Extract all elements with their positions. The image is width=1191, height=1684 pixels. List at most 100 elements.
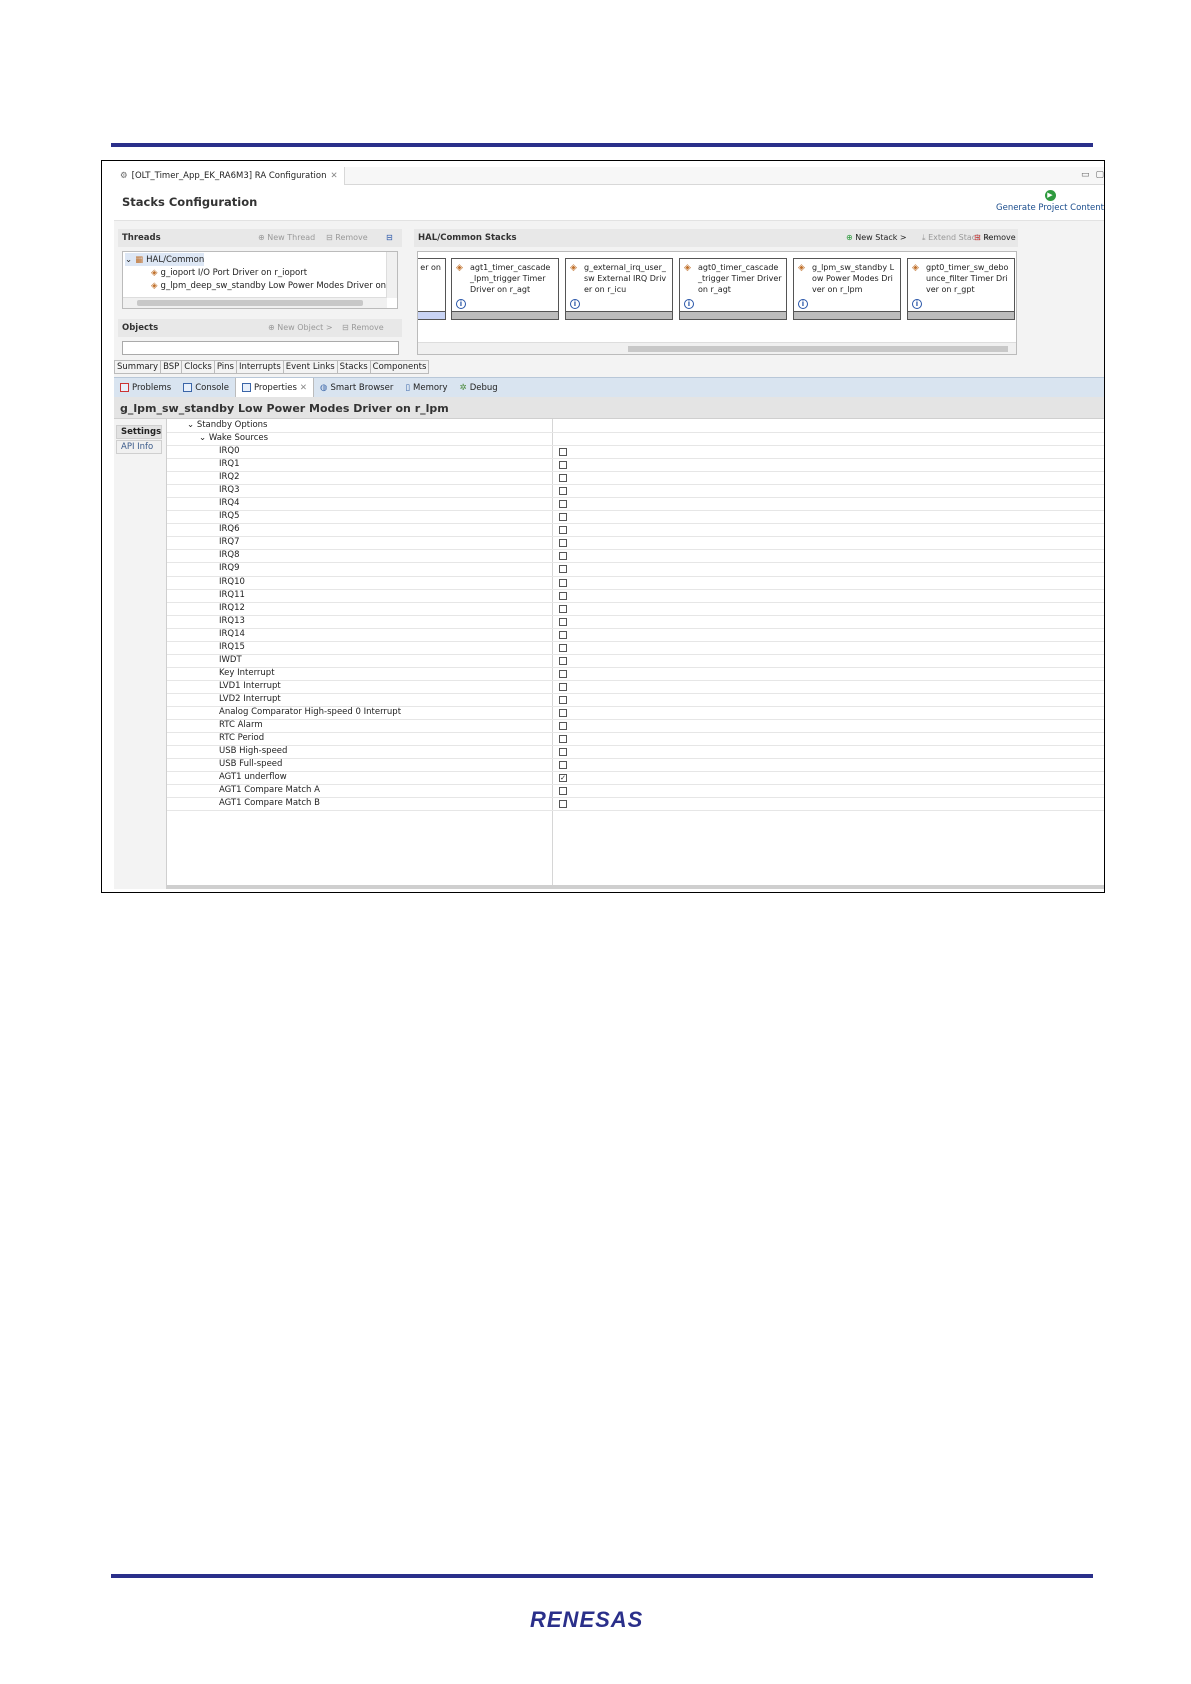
checkbox[interactable] xyxy=(559,735,567,744)
property-row[interactable]: IRQ5 xyxy=(167,510,1104,525)
property-row[interactable]: USB Full-speed xyxy=(167,758,1104,773)
stack-card-agt1[interactable]: ◈ agt1_timer_cascade_lpm_trigger Timer D… xyxy=(451,258,559,320)
checkbox[interactable] xyxy=(559,722,567,731)
info-icon[interactable]: i xyxy=(912,299,922,309)
tree-vertical-scrollbar[interactable] xyxy=(386,252,397,298)
checkbox-checked[interactable]: ✓ xyxy=(559,774,567,783)
stack-card-external-irq[interactable]: ◈ g_external_irq_user_sw External IRQ Dr… xyxy=(565,258,673,320)
group-standby-options[interactable]: ⌄ Standby Options xyxy=(167,419,1104,434)
new-thread-button[interactable]: ⊕ New Thread xyxy=(258,233,315,242)
tree-item-ioport[interactable]: ◈ g_ioport I/O Port Driver on r_ioport xyxy=(151,266,307,279)
stack-card-gpt0[interactable]: ◈ gpt0_timer_sw_debounce_filter Timer Dr… xyxy=(907,258,1015,320)
checkbox[interactable] xyxy=(559,591,567,600)
scroll-thumb[interactable] xyxy=(137,300,363,306)
grid-horizontal-scrollbar[interactable] xyxy=(167,885,1104,889)
info-icon[interactable]: i xyxy=(570,299,580,309)
property-row[interactable]: IRQ2 xyxy=(167,471,1104,486)
chevron-down-icon[interactable]: ⌄ xyxy=(125,255,132,265)
property-row[interactable]: IRQ6 xyxy=(167,523,1104,538)
checkbox[interactable] xyxy=(559,604,567,613)
maximize-icon[interactable]: ▢ xyxy=(1095,170,1104,180)
property-row[interactable]: RTC Period xyxy=(167,732,1104,747)
checkbox[interactable] xyxy=(559,565,567,574)
stack-card-agt0[interactable]: ◈ agt0_timer_cascade_trigger Timer Drive… xyxy=(679,258,787,320)
tab-event-links[interactable]: Event Links xyxy=(283,360,338,374)
info-icon[interactable]: i xyxy=(456,299,466,309)
tab-summary[interactable]: Summary xyxy=(114,360,162,374)
tab-bsp[interactable]: BSP xyxy=(161,360,183,374)
property-row[interactable]: AGT1 Compare Match A xyxy=(167,784,1104,799)
tab-settings[interactable]: Settings xyxy=(116,425,162,439)
property-row[interactable]: Analog Comparator High-speed 0 Interrupt xyxy=(167,706,1104,721)
checkbox[interactable] xyxy=(559,461,567,470)
checkbox[interactable] xyxy=(559,513,567,522)
stack-card-lpm-sw-standby[interactable]: ◈ g_lpm_sw_standby Low Power Modes Drive… xyxy=(793,258,901,320)
checkbox[interactable] xyxy=(559,787,567,796)
property-row[interactable]: AGT1 underflow ✓ xyxy=(167,771,1104,786)
property-row[interactable]: IRQ4 xyxy=(167,497,1104,512)
checkbox[interactable] xyxy=(559,617,567,626)
scroll-thumb[interactable] xyxy=(628,346,1008,352)
tab-debug[interactable]: ✲ Debug xyxy=(454,378,504,398)
tab-properties[interactable]: Properties ✕ xyxy=(234,377,315,398)
generate-project-content-button[interactable]: ▶ Generate Project Content xyxy=(996,190,1104,213)
property-row[interactable]: Key Interrupt xyxy=(167,667,1104,681)
remove-object-button[interactable]: ⊟ Remove xyxy=(342,323,384,332)
property-row[interactable]: IRQ13 xyxy=(167,615,1104,629)
property-row[interactable]: IRQ12 xyxy=(167,602,1104,616)
checkbox[interactable] xyxy=(559,709,567,717)
collapse-all-icon[interactable]: ⊟ xyxy=(386,233,393,242)
info-icon[interactable]: i xyxy=(684,299,694,309)
close-icon[interactable]: ✕ xyxy=(300,383,307,393)
property-row[interactable]: IRQ9 xyxy=(167,562,1104,577)
group-wake-sources[interactable]: ⌄ Wake Sources xyxy=(167,432,1104,447)
checkbox[interactable] xyxy=(559,474,567,483)
property-row[interactable]: IRQ1 xyxy=(167,458,1104,473)
checkbox[interactable] xyxy=(559,539,567,548)
checkbox[interactable] xyxy=(559,748,567,757)
tab-smart-browser[interactable]: ◍ Smart Browser xyxy=(314,378,399,398)
tree-horizontal-scrollbar[interactable] xyxy=(123,297,387,308)
info-icon[interactable]: i xyxy=(798,299,808,309)
checkbox[interactable] xyxy=(559,487,567,496)
checkbox[interactable] xyxy=(559,630,567,639)
new-object-button[interactable]: ⊕ New Object > xyxy=(268,323,333,332)
property-row[interactable]: LVD1 Interrupt xyxy=(167,680,1104,694)
checkbox[interactable] xyxy=(559,682,567,691)
tab-memory[interactable]: ▯ Memory xyxy=(399,378,453,398)
checkbox[interactable] xyxy=(559,669,567,678)
property-row[interactable]: USB High-speed xyxy=(167,745,1104,760)
checkbox[interactable] xyxy=(559,800,567,809)
tab-console[interactable]: Console xyxy=(177,378,235,398)
checkbox[interactable] xyxy=(559,656,567,665)
checkbox[interactable] xyxy=(559,500,567,509)
tab-clocks[interactable]: Clocks xyxy=(182,360,215,374)
checkbox[interactable] xyxy=(559,643,567,652)
chevron-down-icon[interactable]: ⌄ xyxy=(187,420,194,430)
minimize-icon[interactable]: ▭ xyxy=(1081,170,1096,180)
stack-horizontal-scrollbar[interactable] xyxy=(418,342,1016,354)
property-row[interactable]: IWDT xyxy=(167,654,1104,668)
tab-problems[interactable]: Problems xyxy=(114,378,177,398)
property-row[interactable]: IRQ3 xyxy=(167,484,1104,499)
stack-card-partial[interactable]: er on xyxy=(418,258,446,320)
close-icon[interactable]: ✕ xyxy=(331,171,338,181)
tab-pins[interactable]: Pins xyxy=(214,360,237,374)
checkbox[interactable] xyxy=(559,526,567,535)
tab-interrupts[interactable]: Interrupts xyxy=(236,360,284,374)
checkbox[interactable] xyxy=(559,761,567,770)
tree-item-hal-common[interactable]: ⌄ ▦ HAL/Common xyxy=(125,253,205,266)
chevron-down-icon[interactable]: ⌄ xyxy=(199,433,206,443)
remove-stack-button[interactable]: ⊟ Remove xyxy=(974,233,1016,242)
property-row[interactable]: IRQ14 xyxy=(167,628,1104,642)
checkbox[interactable] xyxy=(559,578,567,587)
property-row[interactable]: IRQ0 xyxy=(167,445,1104,460)
property-row[interactable]: IRQ8 xyxy=(167,549,1104,564)
checkbox[interactable] xyxy=(559,552,567,561)
editor-tab[interactable]: ⚙ [OLT_Timer_App_EK_RA6M3] RA Configurat… xyxy=(114,167,345,185)
checkbox[interactable] xyxy=(559,448,567,456)
tree-item-lpm-deep[interactable]: ◈ g_lpm_deep_sw_standby Low Power Modes … xyxy=(151,279,397,292)
remove-thread-button[interactable]: ⊟ Remove xyxy=(326,233,368,242)
tab-components[interactable]: Components xyxy=(370,360,430,374)
new-stack-button[interactable]: ⊕ New Stack > xyxy=(846,233,907,242)
